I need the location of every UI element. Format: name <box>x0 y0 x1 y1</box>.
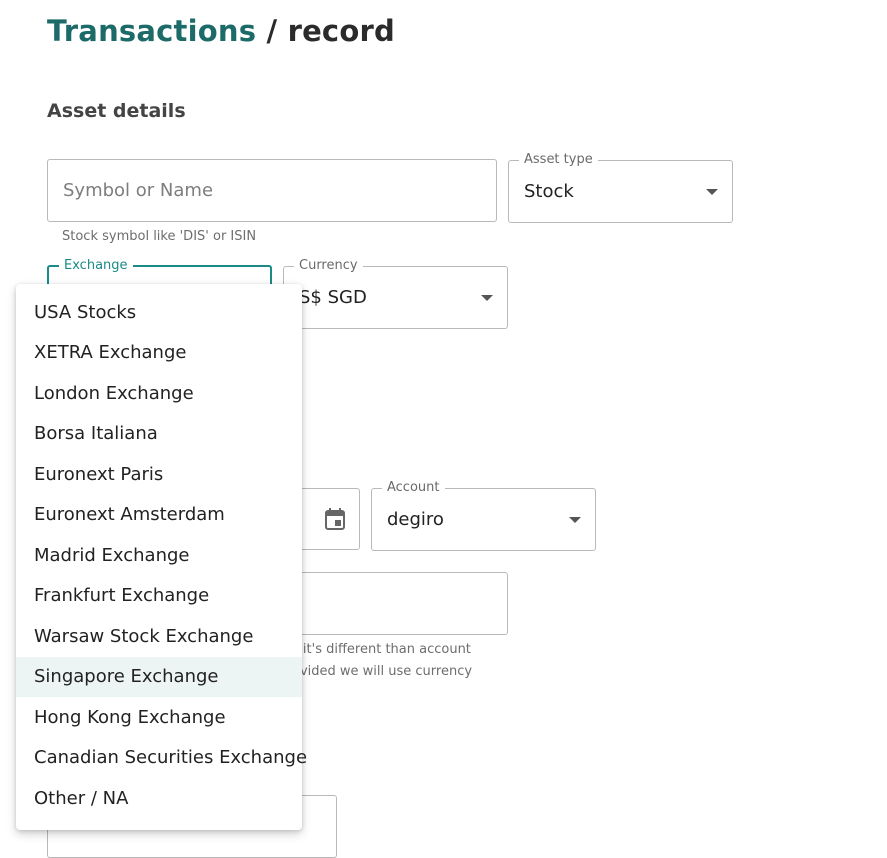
menu-item-usa-stocks[interactable]: USA Stocks <box>16 292 302 333</box>
exchange-dropdown-menu: USA Stocks XETRA Exchange London Exchang… <box>16 284 307 830</box>
menu-item-singapore-exchange[interactable]: Singapore Exchange <box>16 656 302 697</box>
page-title: Transactions / record <box>47 14 395 48</box>
chevron-down-icon <box>706 189 718 195</box>
calendar-icon[interactable] <box>324 507 346 531</box>
currency-value: S$ SGD <box>299 287 367 308</box>
asset-type-value: Stock <box>524 181 574 202</box>
symbol-input[interactable]: Symbol or Name <box>47 159 497 222</box>
section-title-asset-details: Asset details <box>47 100 186 122</box>
menu-item-madrid-exchange[interactable]: Madrid Exchange <box>16 535 302 576</box>
menu-item-warsaw-stock-exchange[interactable]: Warsaw Stock Exchange <box>16 616 302 657</box>
breadcrumb-transactions[interactable]: Transactions <box>47 14 256 48</box>
menu-item-canadian-securities-exchange[interactable]: Canadian Securities Exchange <box>16 738 307 779</box>
chevron-down-icon <box>481 295 493 301</box>
chevron-down-icon <box>569 517 581 523</box>
breadcrumb-current: record <box>287 14 395 48</box>
symbol-placeholder: Symbol or Name <box>63 180 214 201</box>
menu-item-xetra-exchange[interactable]: XETRA Exchange <box>16 333 302 374</box>
account-select[interactable]: Account degiro <box>371 480 596 551</box>
amount-helper-line1: s it's different than account <box>292 642 471 657</box>
account-value: degiro <box>387 509 444 530</box>
menu-item-euronext-paris[interactable]: Euronext Paris <box>16 454 302 495</box>
menu-item-london-exchange[interactable]: London Exchange <box>16 373 302 414</box>
amount-helper-line2: ovided we will use currency <box>292 664 473 679</box>
asset-type-select[interactable]: Asset type Stock <box>508 152 733 223</box>
menu-item-hong-kong-exchange[interactable]: Hong Kong Exchange <box>16 697 302 738</box>
menu-item-euronext-amsterdam[interactable]: Euronext Amsterdam <box>16 495 302 536</box>
menu-item-borsa-italiana[interactable]: Borsa Italiana <box>16 414 302 455</box>
exchange-label: Exchange <box>59 258 133 274</box>
breadcrumb-separator: / <box>256 14 288 48</box>
menu-item-other-na[interactable]: Other / NA <box>16 778 302 819</box>
symbol-helper-text: Stock symbol like 'DIS' or ISIN <box>62 229 257 244</box>
menu-item-frankfurt-exchange[interactable]: Frankfurt Exchange <box>16 576 302 617</box>
currency-select[interactable]: Currency S$ SGD <box>283 258 508 329</box>
